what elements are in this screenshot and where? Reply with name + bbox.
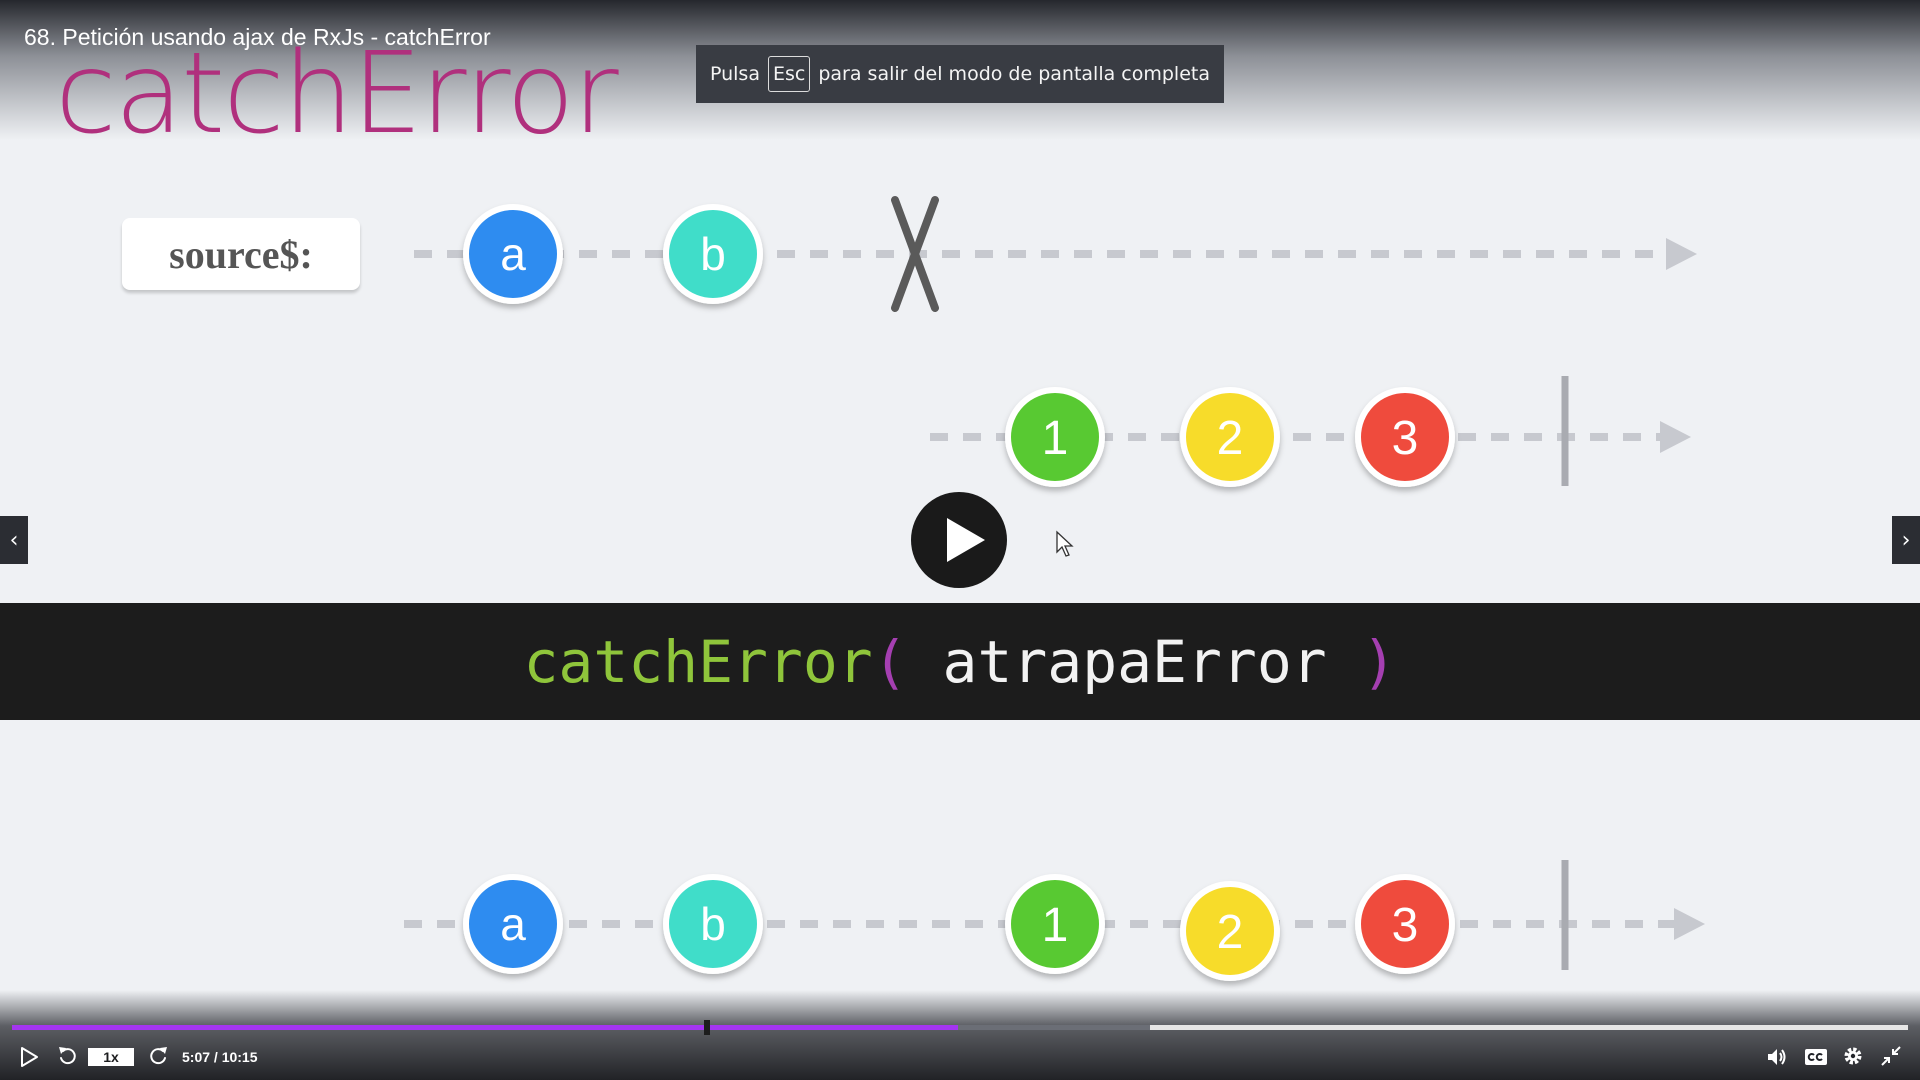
- output-marble-3: 3: [1355, 874, 1455, 974]
- exit-fullscreen-icon: [1881, 1046, 1901, 1066]
- marble-b: b: [663, 204, 763, 304]
- marble-1-label: 1: [1042, 412, 1069, 465]
- replacement-timeline-arrow: [1660, 421, 1691, 453]
- output-marble-a: a: [463, 874, 563, 974]
- marble-a: a: [463, 204, 563, 304]
- play-icon: [947, 518, 985, 562]
- output-marble-b-label: b: [700, 898, 726, 950]
- code-argument: atrapaError: [907, 627, 1362, 696]
- playback-speed-button[interactable]: 1x: [88, 1048, 134, 1066]
- output-marble-3-label: 3: [1392, 899, 1419, 952]
- output-marble-2: 2: [1180, 881, 1280, 981]
- chevron-left-icon: ‹: [9, 527, 19, 553]
- volume-button[interactable]: [1766, 1046, 1788, 1073]
- mouse-cursor-icon: [1056, 530, 1074, 557]
- center-play-button[interactable]: [911, 492, 1007, 588]
- exit-fullscreen-button[interactable]: [1880, 1045, 1902, 1072]
- output-marble-a-label: a: [500, 898, 526, 950]
- output-marble-1: 1: [1005, 874, 1105, 974]
- code-band: catchError( atrapaError ): [0, 603, 1920, 720]
- marble-a-label: a: [500, 228, 526, 280]
- play-icon: [21, 1047, 38, 1067]
- progress-handle[interactable]: [704, 1020, 711, 1035]
- marble-2-label: 2: [1217, 412, 1244, 465]
- next-lecture-button[interactable]: ›: [1892, 516, 1920, 564]
- output-timeline-arrow: [1674, 908, 1705, 940]
- play-button[interactable]: [18, 1046, 40, 1073]
- output-marble-2-label: 2: [1217, 906, 1244, 959]
- volume-icon: [1768, 1049, 1786, 1065]
- code-open-paren: (: [872, 627, 908, 696]
- code-close-paren: ): [1361, 627, 1397, 696]
- captions-icon: [1805, 1049, 1827, 1065]
- chevron-right-icon: ›: [1901, 527, 1911, 553]
- forward-icon: [150, 1047, 167, 1065]
- output-marble-1-label: 1: [1042, 899, 1069, 952]
- control-bar: [0, 990, 1920, 1080]
- rewind-icon: [59, 1047, 76, 1065]
- marble-3-label: 3: [1392, 412, 1419, 465]
- gear-icon: [1844, 1047, 1862, 1065]
- marble-3: 3: [1355, 387, 1455, 487]
- forward-button[interactable]: [146, 1044, 170, 1073]
- marble-2: 2: [1180, 387, 1280, 487]
- rewind-button[interactable]: [56, 1044, 80, 1073]
- settings-button[interactable]: [1842, 1045, 1864, 1072]
- source-timeline-arrow: [1666, 238, 1697, 270]
- time-display: 5:07 / 10:15: [182, 1049, 258, 1065]
- marble-1: 1: [1005, 387, 1105, 487]
- code-function-name: catchError: [523, 627, 873, 696]
- previous-lecture-button[interactable]: ‹: [0, 516, 28, 564]
- error-mark: [891, 196, 939, 312]
- output-marble-b: b: [663, 874, 763, 974]
- progress-played: [12, 1025, 959, 1030]
- marble-b-label: b: [700, 228, 726, 280]
- captions-button[interactable]: [1804, 1047, 1828, 1072]
